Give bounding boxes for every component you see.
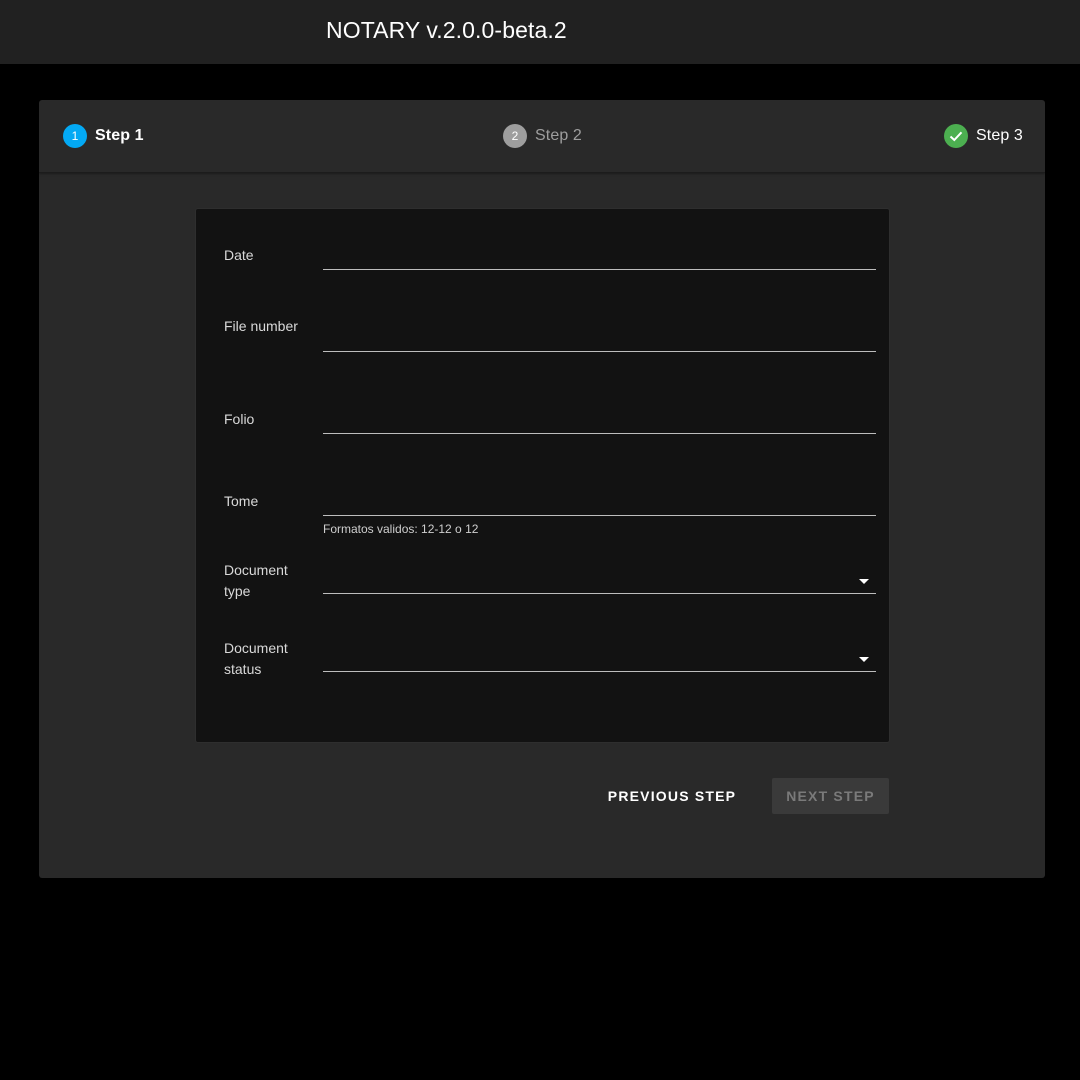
step-2-number-icon: 2 xyxy=(503,124,527,148)
document-type-label: Document type xyxy=(224,562,288,599)
app-bar: NOTARY v.2.0.0-beta.2 xyxy=(0,0,1080,64)
file-number-field[interactable] xyxy=(323,323,876,351)
step-3[interactable]: Step 3 xyxy=(944,124,1023,148)
step-2-label: Step 2 xyxy=(535,127,582,144)
file-number-label: File number xyxy=(224,318,298,334)
document-type-select[interactable] xyxy=(323,565,876,593)
stepper-card: 1 Step 1 2 Step 2 Step 3 Date File numbe… xyxy=(39,100,1045,878)
next-step-button[interactable]: NEXT STEP xyxy=(772,778,889,814)
stepper-header: 1 Step 1 2 Step 2 Step 3 xyxy=(39,100,1045,173)
tome-label: Tome xyxy=(224,493,259,509)
step-2-number: 2 xyxy=(511,129,519,143)
date-label: Date xyxy=(224,247,254,263)
step-1-label: Step 1 xyxy=(95,127,144,144)
date-field[interactable] xyxy=(323,241,876,269)
file-number-underline xyxy=(323,351,876,352)
app-title: NOTARY v.2.0.0-beta.2 xyxy=(326,17,567,43)
folio-field[interactable] xyxy=(323,405,876,433)
step-3-label: Step 3 xyxy=(976,127,1023,144)
document-status-label: Document status xyxy=(224,640,288,677)
tome-field[interactable] xyxy=(323,487,876,515)
date-underline xyxy=(323,269,876,270)
tome-hint: Formatos validos: 12-12 o 12 xyxy=(323,522,479,536)
check-icon xyxy=(944,124,968,148)
folio-label: Folio xyxy=(224,411,255,427)
folio-underline xyxy=(323,433,876,434)
chevron-down-icon[interactable] xyxy=(859,579,869,584)
chevron-down-icon[interactable] xyxy=(859,657,869,662)
document-status-underline xyxy=(323,671,876,672)
document-status-select[interactable] xyxy=(323,643,876,671)
step-1-number-icon: 1 xyxy=(63,124,87,148)
step-1-form: Date File number Folio Tome Formatos val… xyxy=(195,208,890,743)
tome-underline xyxy=(323,515,876,516)
step-1-number: 1 xyxy=(71,129,79,143)
document-type-underline xyxy=(323,593,876,594)
step-2[interactable]: 2 Step 2 xyxy=(503,124,582,148)
step-1[interactable]: 1 Step 1 xyxy=(63,124,144,148)
previous-step-button[interactable]: PREVIOUS STEP xyxy=(597,778,747,814)
